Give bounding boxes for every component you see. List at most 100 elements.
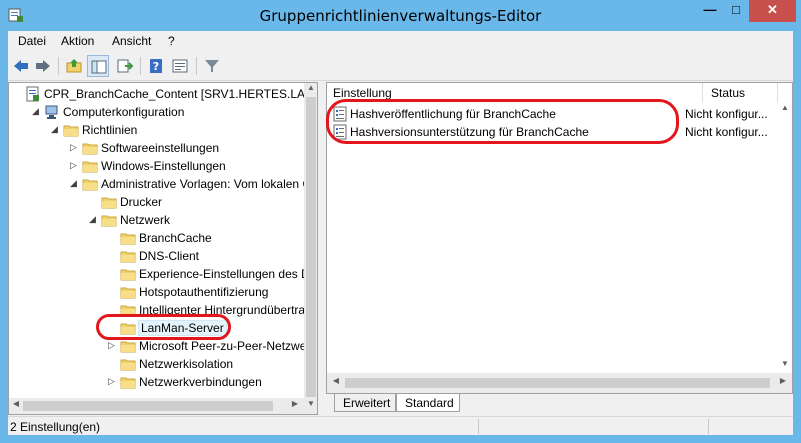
tree-item-label: Netzwerk bbox=[120, 213, 171, 227]
tree-item-label: Netzwerkisolation bbox=[139, 357, 234, 371]
forward-button[interactable] bbox=[32, 55, 54, 77]
forward-arrow-icon bbox=[36, 60, 50, 72]
tree-item[interactable]: ▷ Netzwerkverbindungen bbox=[9, 373, 304, 391]
list-hscroll-thumb[interactable] bbox=[345, 378, 770, 388]
filter-button[interactable] bbox=[201, 55, 223, 77]
scroll-left-arrow-icon[interactable]: ◀ bbox=[329, 376, 343, 390]
tree-horizontal-scrollbar[interactable]: ◀ ▶ bbox=[9, 398, 304, 414]
menu-help[interactable]: ? bbox=[168, 34, 175, 48]
tree-item[interactable]: ▷ Windows-Einstellungen bbox=[9, 157, 304, 175]
tree-item[interactable]: Netzwerkisolation bbox=[9, 355, 304, 373]
tree-item[interactable]: ◢ Netzwerk bbox=[9, 211, 304, 229]
scroll-right-arrow-icon[interactable]: ▶ bbox=[776, 376, 790, 390]
status-bar: 2 Einstellung(en) bbox=[8, 416, 793, 435]
collapse-arrow-icon[interactable]: ◢ bbox=[70, 178, 80, 190]
policy-setting-icon bbox=[333, 106, 347, 122]
scroll-up-arrow-icon[interactable]: ▲ bbox=[304, 83, 317, 97]
tree-item[interactable]: Hotspotauthentifizierung bbox=[9, 283, 304, 301]
tree-item[interactable]: BranchCache bbox=[9, 229, 304, 247]
tree-item[interactable]: Experience-Einstellungen des Dire bbox=[9, 265, 317, 283]
tree-vertical-scrollbar[interactable]: ▲ ▼ bbox=[304, 83, 317, 414]
folder-icon bbox=[120, 323, 136, 335]
toolbar-separator bbox=[140, 57, 141, 75]
client-area: Datei Aktion Ansicht ? ? CPR_BranchCache… bbox=[8, 31, 793, 435]
tab-standard[interactable]: Standard bbox=[396, 394, 460, 412]
scroll-down-arrow-icon[interactable]: ▼ bbox=[304, 399, 317, 413]
tree-item[interactable]: ▷ Softwareeinstellungen bbox=[9, 139, 304, 157]
menu-datei[interactable]: Datei bbox=[18, 34, 46, 48]
export-list-button[interactable] bbox=[114, 55, 136, 77]
tree-item-label: BranchCache bbox=[139, 231, 212, 245]
toolbar-separator bbox=[196, 57, 197, 75]
column-header-status[interactable]: Status bbox=[703, 83, 778, 103]
tree-item-label: LanMan-Server bbox=[138, 320, 227, 336]
tree-item[interactable]: ◢ Administrative Vorlagen: Vom lokalen C bbox=[9, 175, 311, 193]
tab-label: Erweitert bbox=[343, 396, 391, 410]
expand-arrow-icon[interactable]: ▷ bbox=[70, 160, 80, 172]
scroll-right-arrow-icon[interactable]: ▶ bbox=[288, 399, 302, 413]
tree-item-label: Drucker bbox=[120, 195, 163, 209]
help-button[interactable]: ? bbox=[145, 55, 167, 77]
list-vertical-scrollbar[interactable]: ▲ ▼ bbox=[778, 103, 792, 373]
export-list-icon bbox=[117, 59, 133, 73]
close-icon: ✕ bbox=[767, 2, 778, 17]
collapse-arrow-icon[interactable]: ◢ bbox=[89, 214, 99, 226]
pane-splitter[interactable] bbox=[319, 82, 326, 415]
folder-icon bbox=[120, 287, 136, 299]
tree-item[interactable]: DNS-Client bbox=[9, 247, 304, 265]
show-hide-tree-button[interactable] bbox=[87, 55, 109, 77]
collapse-arrow-icon[interactable]: ◢ bbox=[51, 124, 61, 136]
expand-arrow-icon[interactable]: ▷ bbox=[108, 376, 118, 388]
tree-item-label: Hotspotauthentifizierung bbox=[139, 285, 269, 299]
list-row[interactable]: Hashveröffentlichung für BranchCache Nic… bbox=[327, 105, 792, 123]
scroll-down-arrow-icon[interactable]: ▼ bbox=[778, 359, 792, 373]
folder-icon bbox=[120, 251, 136, 263]
menu-aktion[interactable]: Aktion bbox=[61, 34, 94, 48]
console-tree[interactable]: CPR_BranchCache_Content [SRV1.HERTES.LAB… bbox=[8, 82, 318, 415]
maximize-icon: □ bbox=[732, 2, 740, 17]
tree-hscroll-thumb[interactable] bbox=[23, 401, 273, 411]
tree-item[interactable]: Drucker bbox=[9, 193, 304, 211]
folder-icon bbox=[101, 215, 117, 227]
tree-item[interactable]: ◢ Richtlinien bbox=[9, 121, 304, 139]
toolbar-separator bbox=[58, 57, 59, 75]
scroll-up-arrow-icon[interactable]: ▲ bbox=[778, 103, 792, 117]
minimize-button[interactable]: — bbox=[697, 0, 723, 22]
status-text: 2 Einstellung(en) bbox=[10, 420, 101, 434]
title-bar[interactable]: Gruppenrichtlinienverwaltungs-Editor — □… bbox=[0, 0, 801, 31]
folder-icon bbox=[82, 161, 98, 173]
tree-item[interactable]: Intelligenter Hintergrundübertrag bbox=[9, 301, 312, 319]
collapse-arrow-icon[interactable]: ◢ bbox=[32, 106, 42, 118]
column-header-label: Einstellung bbox=[333, 86, 392, 100]
tree-item[interactable]: ◢ Computerkonfiguration bbox=[9, 103, 304, 121]
folder-icon bbox=[82, 143, 98, 155]
setting-name: Hashversionsunterstützung für BranchCach… bbox=[350, 125, 589, 139]
list-row[interactable]: Hashversionsunterstützung für BranchCach… bbox=[327, 123, 792, 141]
tab-label: Standard bbox=[405, 396, 454, 410]
expand-arrow-icon[interactable]: ▷ bbox=[108, 340, 118, 352]
tab-erweitert[interactable]: Erweitert bbox=[334, 394, 396, 412]
computer-icon bbox=[45, 105, 58, 119]
maximize-button[interactable]: □ bbox=[723, 0, 749, 22]
tree-vscroll-thumb[interactable] bbox=[306, 97, 316, 397]
tree-item[interactable]: ▷ Microsoft Peer-zu-Peer-Netzwerk bbox=[9, 337, 316, 355]
menu-ansicht[interactable]: Ansicht bbox=[112, 34, 151, 48]
folder-icon bbox=[120, 305, 136, 317]
expand-arrow-icon[interactable]: ▷ bbox=[70, 142, 80, 154]
folder-icon bbox=[120, 377, 136, 389]
tree-item-label: Intelligenter Hintergrundübertrag bbox=[139, 303, 312, 317]
close-button[interactable]: ✕ bbox=[749, 0, 796, 22]
setting-name: Hashveröffentlichung für BranchCache bbox=[350, 107, 556, 121]
up-level-button[interactable] bbox=[63, 55, 85, 77]
filter-icon bbox=[205, 60, 219, 72]
back-button[interactable] bbox=[10, 55, 32, 77]
scroll-left-arrow-icon[interactable]: ◀ bbox=[9, 399, 23, 413]
tree-item[interactable]: LanMan-Server bbox=[9, 319, 304, 337]
column-header-einstellung[interactable]: Einstellung bbox=[327, 83, 703, 103]
list-horizontal-scrollbar[interactable]: ◀ ▶ bbox=[327, 373, 792, 393]
properties-view-button[interactable] bbox=[169, 55, 191, 77]
tree-item[interactable]: CPR_BranchCache_Content [SRV1.HERTES.LAB… bbox=[9, 85, 317, 103]
